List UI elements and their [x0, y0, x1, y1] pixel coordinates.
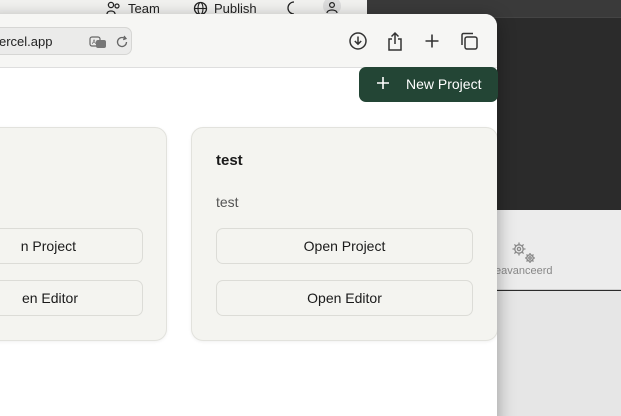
page-content: n Project en Editor test test Open Proje…	[0, 69, 497, 416]
open-project-button[interactable]: Open Project	[216, 228, 473, 264]
downloads-button[interactable]	[346, 29, 370, 53]
plus-icon	[377, 77, 389, 89]
tab-overview-button[interactable]	[457, 29, 481, 53]
new-tab-icon	[425, 34, 439, 48]
browser-toolbar: ercel.app A	[0, 14, 497, 68]
gears-icon	[509, 240, 539, 264]
open-project-button[interactable]: n Project	[0, 228, 143, 264]
url-text: ercel.app	[0, 34, 53, 49]
advanced-settings-label: eavanceerd	[495, 265, 553, 277]
download-icon	[349, 32, 367, 50]
open-editor-button[interactable]: Open Editor	[216, 280, 473, 316]
new-tab-button[interactable]	[420, 29, 444, 53]
moon-icon	[287, 1, 295, 15]
translate-icon[interactable]: A	[89, 35, 107, 54]
project-title: test	[216, 152, 243, 169]
project-card: n Project en Editor	[0, 127, 167, 341]
tab-overview-icon	[461, 32, 478, 50]
team-icon	[106, 1, 120, 15]
new-project-button[interactable]: New Project	[359, 67, 498, 102]
project-description: test	[216, 194, 239, 210]
open-editor-button[interactable]: en Editor	[0, 280, 143, 316]
reload-icon[interactable]	[115, 35, 129, 54]
share-button[interactable]	[383, 29, 407, 53]
new-project-label: New Project	[406, 76, 482, 92]
advanced-settings-tab[interactable]: eavanceerd	[495, 240, 575, 277]
share-icon	[388, 31, 402, 51]
address-bar[interactable]: ercel.app A	[0, 27, 132, 55]
project-card: test test Open Project Open Editor	[191, 127, 497, 341]
